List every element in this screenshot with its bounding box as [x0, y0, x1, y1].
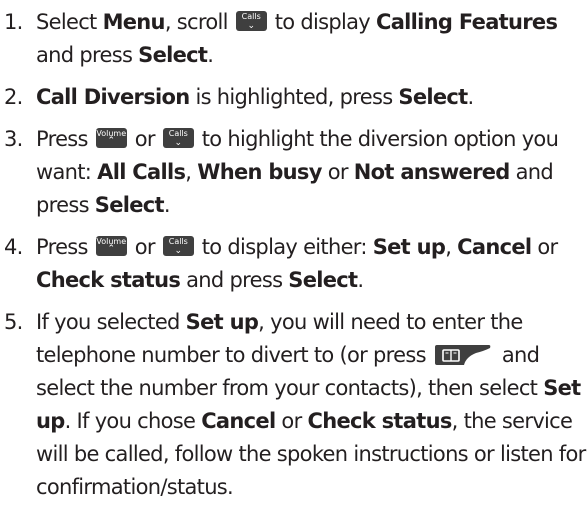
instruction-list: 1. Select Menu, scroll Calls ⌄ to display…	[4, 6, 586, 513]
calls-key-icon: Calls ⌄	[162, 236, 194, 256]
step-4: 4. Press Volume ⌃ or Calls ⌄ to display ei…	[4, 231, 586, 297]
step-1: 1. Select Menu, scroll Calls ⌄ to display…	[4, 6, 586, 72]
step-text: Call Diversion is highlighted, press Sel…	[36, 85, 474, 109]
step-number: 4.	[4, 235, 23, 259]
step-number: 5.	[4, 310, 23, 334]
volume-key-icon: Volume ⌃	[95, 236, 127, 256]
step-text: Press Volume ⌃ or Calls ⌄ to highlight the…	[36, 127, 559, 217]
calls-key-icon: Calls ⌄	[235, 11, 267, 31]
volume-key-icon: Volume ⌃	[95, 128, 127, 148]
step-number: 2.	[4, 85, 23, 109]
step-text: Press Volume ⌃ or Calls ⌄ to display eithe…	[36, 235, 558, 292]
step-text: If you selected Set up, you will need to…	[36, 310, 586, 499]
contacts-key-icon	[434, 345, 491, 365]
calls-key-icon: Calls ⌄	[162, 128, 194, 148]
step-3: 3. Press Volume ⌃ or Calls ⌄ to highlight …	[4, 123, 586, 222]
step-number: 3.	[4, 127, 23, 151]
step-2: 2. Call Diversion is highlighted, press …	[4, 81, 586, 114]
step-5: 5. If you selected Set up, you will need…	[4, 306, 586, 504]
step-text: Select Menu, scroll Calls ⌄ to display Ca…	[36, 10, 558, 67]
step-number: 1.	[4, 10, 23, 34]
